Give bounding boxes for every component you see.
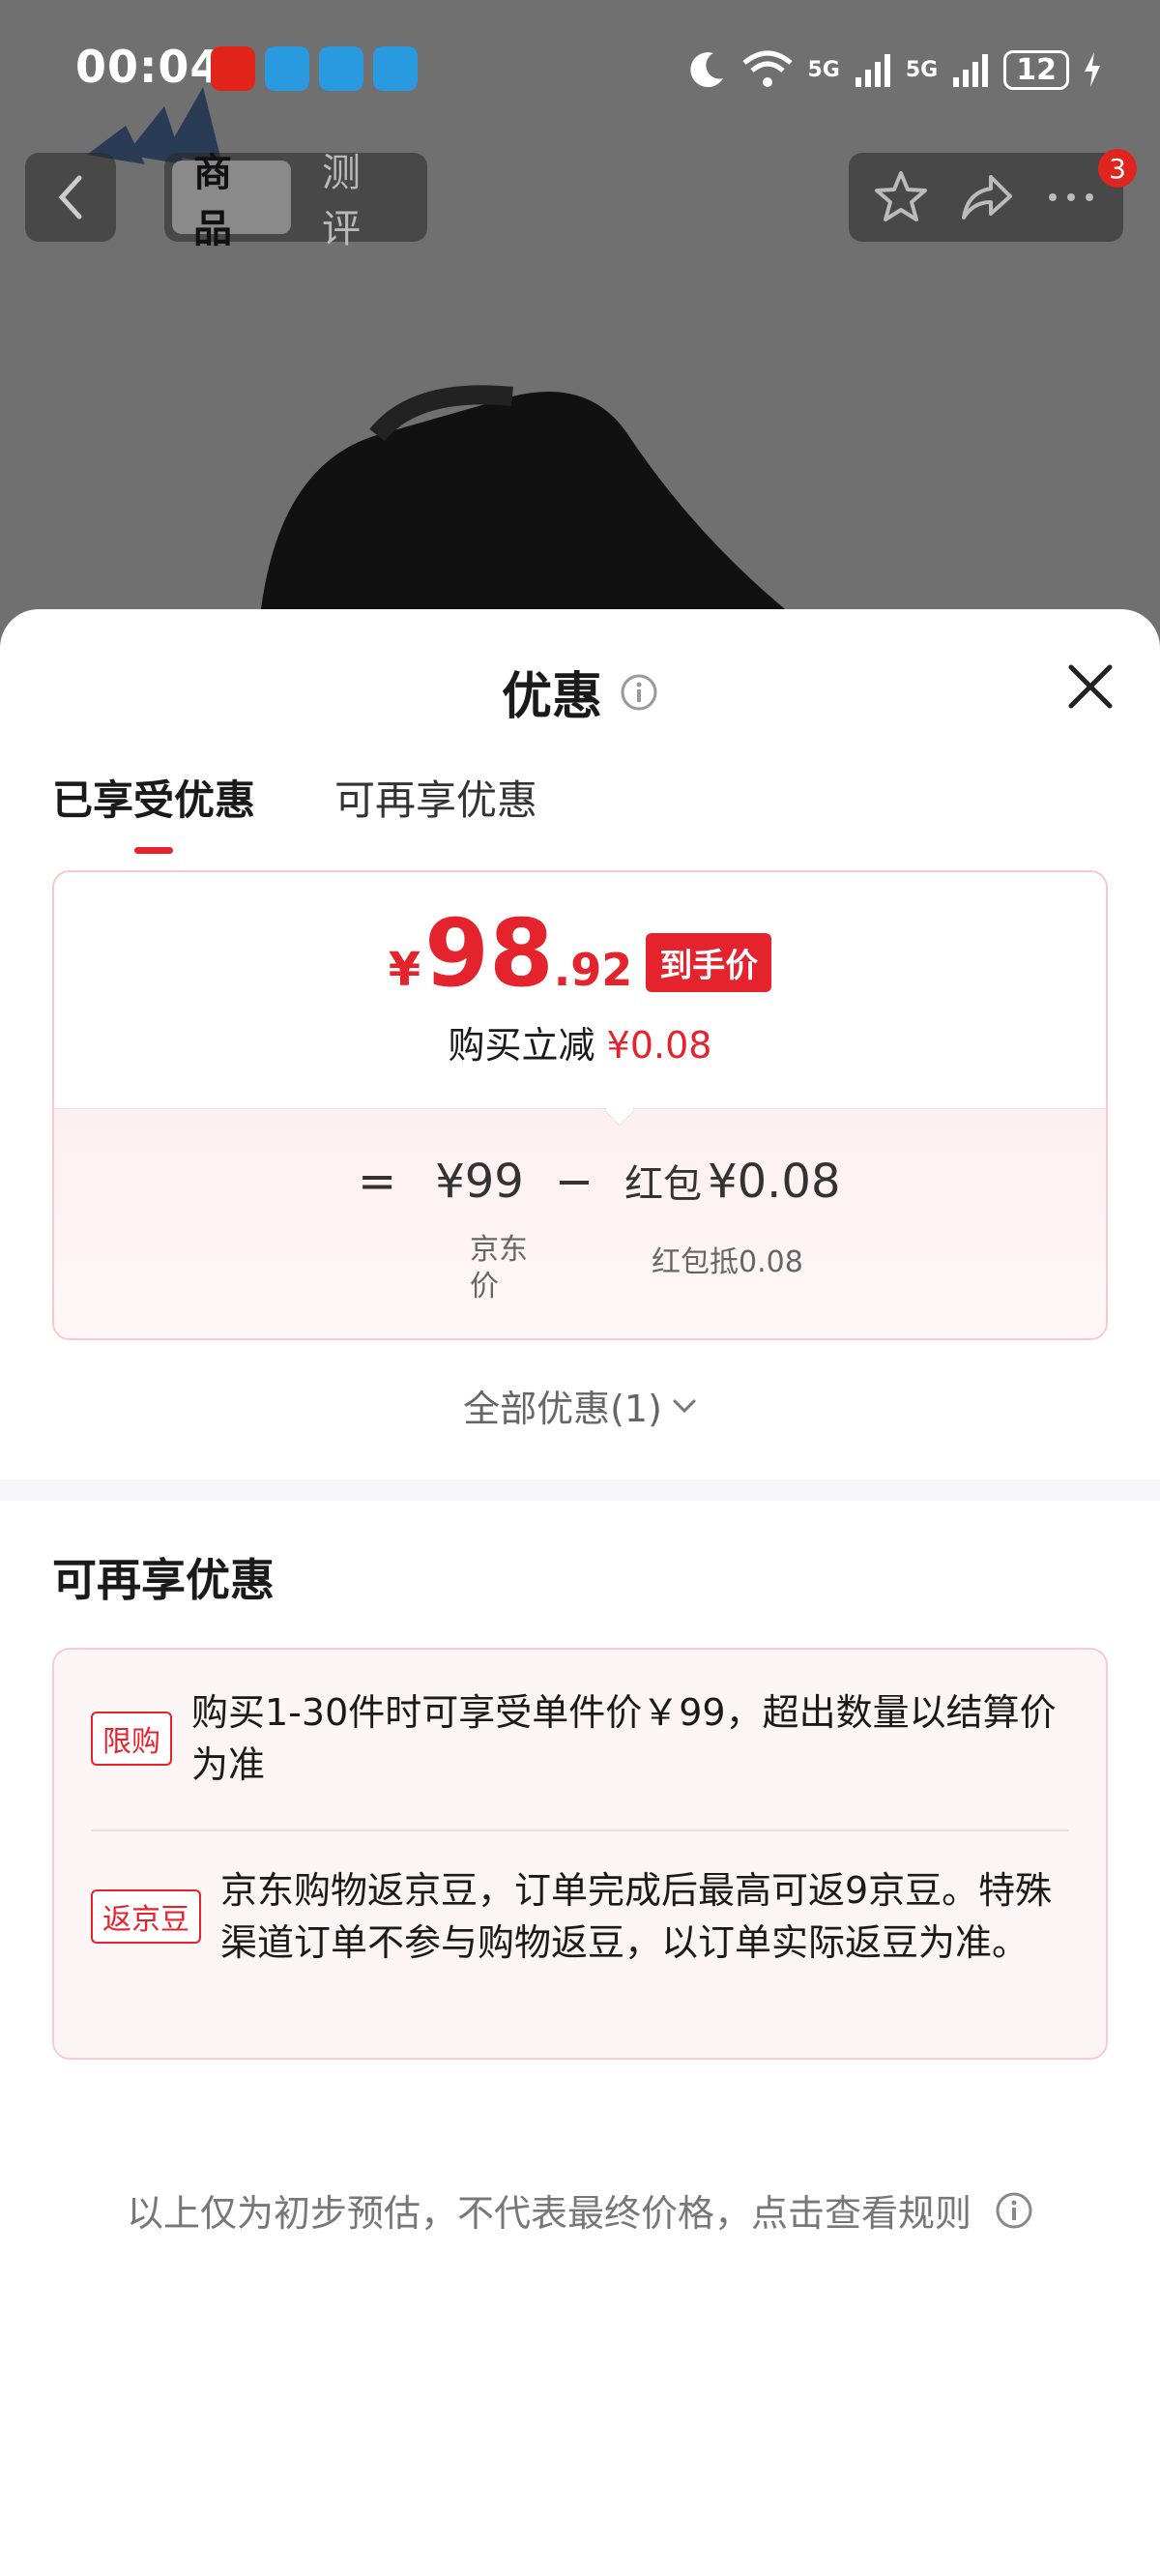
price-equation: = ¥99 − 红包 ¥0.08 — [358, 1153, 840, 1209]
sheet-header: 优惠 — [0, 656, 1160, 728]
close-icon[interactable] — [1063, 659, 1117, 714]
price-integer: 98 — [424, 899, 554, 1008]
wifi-icon — [741, 50, 793, 87]
section-divider — [0, 1479, 1160, 1501]
redpacket-caption: 红包抵0.08 — [652, 1245, 803, 1279]
discount-tabs: 已享受优惠 可再享优惠 — [52, 768, 537, 854]
network-type-1: 5G — [807, 57, 840, 82]
notification-badge: 3 — [1098, 149, 1137, 188]
tab-enjoyed-discounts[interactable]: 已享受优惠 — [52, 768, 255, 854]
battery-level: 12 — [1003, 49, 1069, 90]
all-discounts-toggle[interactable]: 全部优惠(1) — [0, 1379, 1160, 1432]
offer-item: 返京豆 京东购物返京豆，订单完成后最高可返9京豆。特殊渠道订单不参与购物返豆，以… — [91, 1864, 1069, 1969]
price-currency: ¥ — [388, 943, 421, 997]
share-icon[interactable] — [958, 169, 1014, 225]
sheet-title: 优惠 — [501, 668, 602, 726]
redpacket-label: 红包 — [624, 1162, 703, 1207]
final-price-tag: 到手价 — [646, 932, 772, 992]
status-time: 00:04 — [75, 41, 222, 93]
tab-product[interactable]: 商品 — [172, 151, 291, 251]
product-tabs: 商品 测评 — [164, 151, 427, 251]
offer-text: 京东购物返京豆，订单完成后最高可返9京豆。特殊渠道订单不参与购物返豆，以订单实际… — [220, 1869, 1053, 1964]
final-price-section: ¥ 98 .92 到手价 购买立减 ¥0.08 — [54, 872, 1106, 1108]
equals-sign: = — [358, 1155, 397, 1209]
price-breakdown-card: ¥ 98 .92 到手价 购买立减 ¥0.08 = ¥99 − 红包 ¥0.08… — [52, 870, 1108, 1340]
rules-link[interactable]: 以上仅为初步预估，不代表最终价格，点击查看规则 — [0, 2183, 1160, 2237]
chevron-down-icon — [673, 1399, 696, 1413]
star-icon[interactable] — [873, 169, 929, 225]
tab-review[interactable]: 测评 — [301, 151, 420, 251]
charging-icon — [1085, 52, 1100, 87]
signal-icon — [855, 54, 890, 87]
more-discounts-title: 可再享优惠 — [52, 1554, 275, 1606]
redpacket-amount: ¥0.08 — [708, 1155, 841, 1209]
offer-tag: 返京豆 — [91, 1889, 201, 1944]
nav-actions — [849, 153, 1123, 242]
tab-more-discounts[interactable]: 可再享优惠 — [334, 768, 537, 854]
app-notification-icon — [373, 46, 418, 91]
offer-tag: 限购 — [91, 1712, 172, 1766]
moon-icon — [689, 52, 723, 88]
app-notification-icon — [319, 46, 363, 91]
more-icon[interactable] — [1043, 169, 1099, 225]
offer-separator — [91, 1830, 1069, 1831]
offer-text: 购买1-30件时可享受单件价￥99，超出数量以结算价为准 — [191, 1691, 1057, 1786]
all-discounts-label: 全部优惠(1) — [463, 1388, 662, 1430]
instant-discount-label: 购买立减 — [448, 1024, 595, 1067]
offer-item: 限购 购买1-30件时可享受单件价￥99，超出数量以结算价为准 — [91, 1686, 1069, 1791]
instant-discount-amount: ¥0.08 — [606, 1024, 712, 1067]
info-icon[interactable] — [620, 673, 658, 712]
original-price-caption: 京东价 — [470, 1233, 528, 1303]
status-bar: 00:04 5G 5G 12 — [0, 0, 1160, 135]
signal-icon — [953, 54, 989, 87]
chevron-left-icon — [58, 175, 82, 220]
original-price: ¥99 — [435, 1155, 524, 1209]
app-notification-icon — [265, 46, 309, 91]
minus-sign: − — [554, 1155, 594, 1209]
network-type-2: 5G — [905, 57, 939, 82]
price-decimal: .92 — [553, 944, 633, 996]
offers-card: 限购 购买1-30件时可享受单件价￥99，超出数量以结算价为准 返京豆 京东购物… — [52, 1648, 1108, 2060]
info-icon — [996, 2192, 1032, 2228]
footer-note-text: 以上仅为初步预估，不代表最终价格，点击查看规则 — [126, 2192, 972, 2235]
price-equation-section — [54, 1108, 1106, 1338]
app-notification-icon — [211, 46, 255, 91]
back-button[interactable] — [25, 153, 116, 242]
discount-sheet: 优惠 已享受优惠 可再享优惠 ¥ 98 .92 到手价 购买立减 ¥0.08 =… — [0, 609, 1160, 2576]
instant-discount: 购买立减 ¥0.08 — [54, 1015, 1106, 1068]
final-price: ¥ 98 .92 到手价 — [54, 907, 1106, 1000]
